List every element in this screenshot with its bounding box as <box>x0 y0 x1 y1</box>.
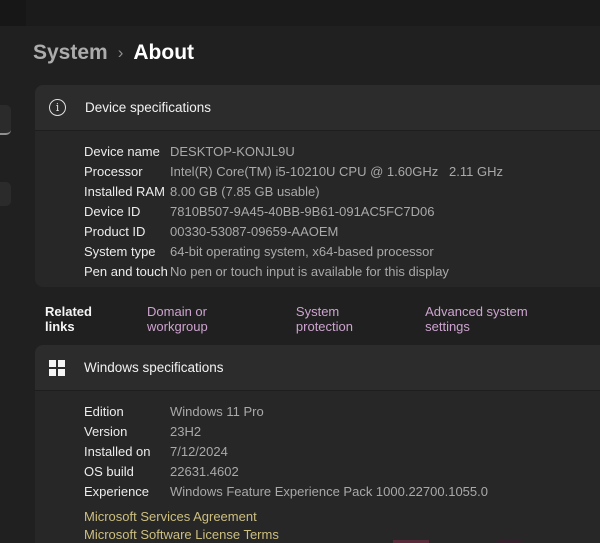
device-specifications-header[interactable]: i Device specifications <box>35 85 600 131</box>
spec-label: Product ID <box>84 224 170 239</box>
spec-row-version: Version 23H2 <box>84 421 600 441</box>
license-links: Microsoft Services Agreement Microsoft S… <box>84 508 600 543</box>
windows-specifications-header[interactable]: Windows specifications <box>35 345 600 391</box>
spec-value: No pen or touch input is available for t… <box>170 264 449 279</box>
link-microsoft-services-agreement[interactable]: Microsoft Services Agreement <box>84 508 257 526</box>
link-domain-or-workgroup[interactable]: Domain or workgroup <box>147 304 268 334</box>
related-links-row: Related links Domain or workgroup System… <box>45 304 600 334</box>
spec-label: Processor <box>84 164 170 179</box>
spec-row-processor: Processor Intel(R) Core(TM) i5-10210U CP… <box>84 161 600 181</box>
spec-label: Device name <box>84 144 170 159</box>
spec-label: Edition <box>84 404 170 419</box>
titlebar-corner <box>0 0 26 26</box>
spec-label: Pen and touch <box>84 264 170 279</box>
info-icon: i <box>49 99 66 116</box>
spec-row-os-build: OS build 22631.4602 <box>84 461 600 481</box>
spec-label: System type <box>84 244 170 259</box>
windows-specifications-card: Windows specifications Edition Windows 1… <box>35 345 600 543</box>
spec-value: 23H2 <box>170 424 201 439</box>
windows-specifications-body: Edition Windows 11 Pro Version 23H2 Inst… <box>35 391 600 543</box>
spec-label: Version <box>84 424 170 439</box>
spec-value: 8.00 GB (7.85 GB usable) <box>170 184 320 199</box>
spec-value: Windows Feature Experience Pack 1000.227… <box>170 484 488 499</box>
spec-label: Experience <box>84 484 170 499</box>
device-specifications-body: Device name DESKTOP-KONJL9U Processor In… <box>35 131 600 287</box>
spec-row-edition: Edition Windows 11 Pro <box>84 401 600 421</box>
spec-value: 64-bit operating system, x64-based proce… <box>170 244 434 259</box>
spec-value: 7810B507-9A45-40BB-9B61-091AC5FC7D06 <box>170 204 435 219</box>
spec-row-experience: Experience Windows Feature Experience Pa… <box>84 481 600 501</box>
spec-row-device-name: Device name DESKTOP-KONJL9U <box>84 141 600 161</box>
link-system-protection[interactable]: System protection <box>296 304 397 334</box>
breadcrumb: System › About <box>33 41 194 65</box>
spec-value: 22631.4602 <box>170 464 239 479</box>
spec-value: Intel(R) Core(TM) i5-10210U CPU @ 1.60GH… <box>170 164 503 179</box>
spec-label: Device ID <box>84 204 170 219</box>
spec-row-system-type: System type 64-bit operating system, x64… <box>84 241 600 261</box>
window-titlebar <box>0 0 600 26</box>
link-advanced-system-settings[interactable]: Advanced system settings <box>425 304 572 334</box>
sidebar-item-fragment[interactable] <box>0 182 11 206</box>
spec-label: OS build <box>84 464 170 479</box>
link-microsoft-software-license-terms[interactable]: Microsoft Software License Terms <box>84 526 279 543</box>
device-specifications-card: i Device specifications Device name DESK… <box>35 85 600 287</box>
spec-row-device-id: Device ID 7810B507-9A45-40BB-9B61-091AC5… <box>84 201 600 221</box>
card-title: Windows specifications <box>84 360 224 375</box>
spec-label: Installed on <box>84 444 170 459</box>
spec-value: 7/12/2024 <box>170 444 228 459</box>
spec-label: Installed RAM <box>84 184 170 199</box>
spec-row-installed-ram: Installed RAM 8.00 GB (7.85 GB usable) <box>84 181 600 201</box>
spec-value: 00330-53087-09659-AAOEM <box>170 224 338 239</box>
related-links-label: Related links <box>45 304 123 334</box>
windows-logo-icon <box>49 360 65 376</box>
spec-row-installed-on: Installed on 7/12/2024 <box>84 441 600 461</box>
breadcrumb-system[interactable]: System <box>33 41 108 65</box>
spec-value: Windows 11 Pro <box>170 404 264 419</box>
sidebar-item-fragment[interactable] <box>0 105 11 135</box>
spec-row-pen-and-touch: Pen and touch No pen or touch input is a… <box>84 261 600 281</box>
page-title: About <box>133 41 194 65</box>
card-title: Device specifications <box>85 100 211 115</box>
chevron-right-icon: › <box>118 43 124 63</box>
spec-value: DESKTOP-KONJL9U <box>170 144 295 159</box>
spec-row-product-id: Product ID 00330-53087-09659-AAOEM <box>84 221 600 241</box>
